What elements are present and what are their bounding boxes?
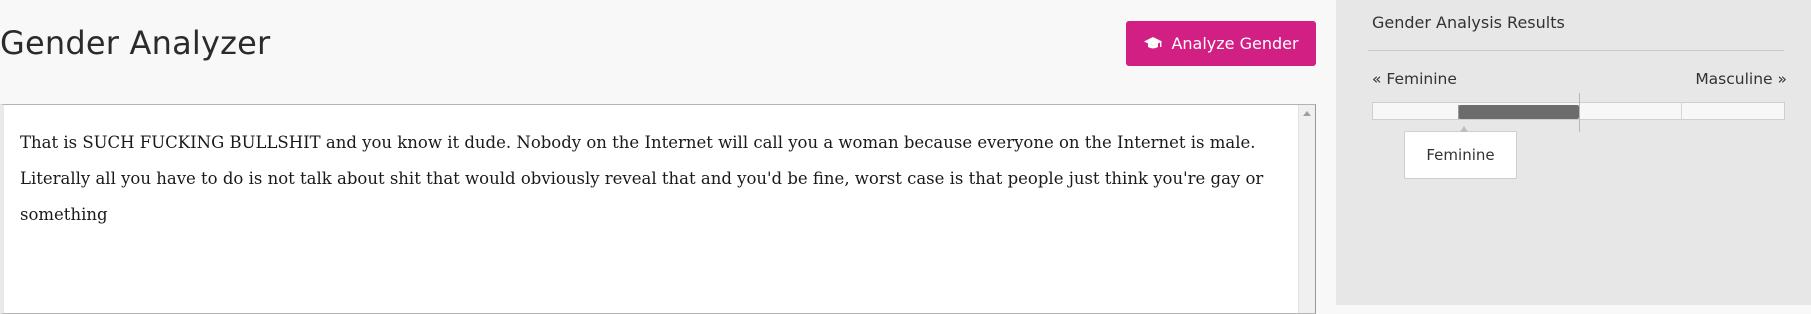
results-sidebar: Gender Analysis Results « Feminine Mascu… xyxy=(1336,0,1811,305)
main-panel: Gender Analyzer Analyze Gender That is S… xyxy=(0,0,1336,314)
text-input-area[interactable]: That is SUCH FUCKING BULLSHIT and you kn… xyxy=(0,104,1316,314)
results-title: Gender Analysis Results xyxy=(1372,13,1565,32)
analyze-gender-label: Analyze Gender xyxy=(1171,34,1299,53)
divider xyxy=(1368,50,1784,51)
scale-masculine-label: Masculine » xyxy=(1695,70,1787,88)
analyze-gender-button[interactable]: Analyze Gender xyxy=(1126,21,1316,66)
input-text[interactable]: That is SUCH FUCKING BULLSHIT and you kn… xyxy=(20,125,1290,233)
scale-feminine-label: « Feminine xyxy=(1372,70,1457,88)
meter-midpoint-line xyxy=(1579,93,1580,132)
result-label: Feminine xyxy=(1426,146,1495,164)
meter-fill xyxy=(1459,105,1579,119)
graduation-cap-icon xyxy=(1143,36,1163,52)
scroll-up-arrow-icon[interactable] xyxy=(1303,111,1311,116)
editor-scrollbar[interactable] xyxy=(1298,105,1315,313)
result-tooltip: Feminine xyxy=(1404,126,1517,179)
page-title: Gender Analyzer xyxy=(0,24,271,62)
gender-meter xyxy=(1372,93,1785,132)
tooltip-arrow-icon xyxy=(1460,126,1468,132)
meter-tick xyxy=(1681,102,1682,120)
